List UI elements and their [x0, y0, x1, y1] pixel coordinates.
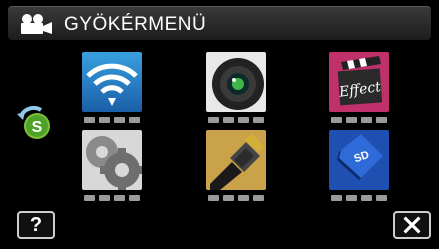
camera-button[interactable] [206, 52, 266, 112]
page-dots [206, 117, 266, 124]
page-dots [329, 117, 389, 124]
svg-text:S: S [32, 119, 43, 136]
mode-switch-button[interactable]: S [15, 105, 55, 140]
wifi-button[interactable] [82, 52, 142, 112]
page-dots [329, 195, 389, 202]
help-button[interactable]: ? [17, 211, 55, 239]
settings-gears-icon [82, 130, 142, 190]
sd-card-button[interactable]: SD [329, 130, 389, 190]
hdmi-button[interactable] [206, 130, 266, 190]
camera-lens-icon [206, 52, 266, 112]
close-icon [403, 216, 421, 234]
settings-button[interactable] [82, 130, 142, 190]
page-dots [206, 195, 266, 202]
page-dots [82, 117, 142, 124]
page-title: GYÖKÉRMENÜ [64, 14, 207, 35]
wifi-icon [82, 52, 142, 112]
close-button[interactable] [393, 211, 431, 239]
s-switch-icon: S [17, 105, 50, 139]
sd-card-icon: SD [329, 130, 389, 190]
video-camera-icon [21, 14, 52, 34]
help-label: ? [29, 213, 43, 236]
title-bar: GYÖKÉRMENÜ [8, 6, 431, 40]
effect-clapper-icon: Effect [329, 52, 389, 112]
page-dots [82, 195, 142, 202]
effect-button[interactable]: Effect [329, 52, 389, 112]
hdmi-connector-icon [206, 130, 266, 190]
